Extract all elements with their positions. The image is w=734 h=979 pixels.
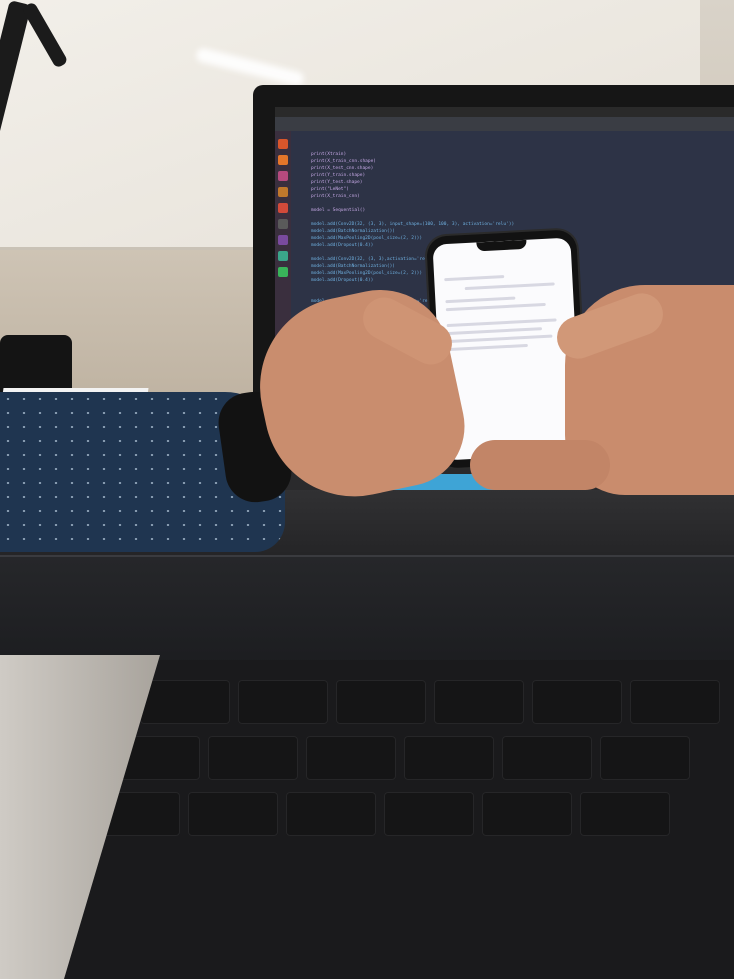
phone-text-line xyxy=(445,302,546,312)
editor-title-bar xyxy=(275,117,734,131)
photo-scene: print(Xtrain) print(X_train_cnn.shape)pri… xyxy=(0,0,734,979)
code-line: . xyxy=(311,200,731,207)
desktop-top-bar xyxy=(275,107,734,117)
code-line: print(X_train_cnn.shape) xyxy=(311,159,377,164)
code-line: print("LeNet") xyxy=(311,187,349,192)
keyboard-key xyxy=(336,680,426,724)
phone-text-line xyxy=(444,275,505,282)
keyboard-row xyxy=(110,736,690,780)
launcher-dock-icon xyxy=(278,203,288,213)
phone-nav-title xyxy=(441,254,563,260)
launcher-dock-icon xyxy=(278,187,288,197)
launcher-dock-icon xyxy=(278,219,288,229)
keyboard-key xyxy=(482,792,572,836)
phone-text-line xyxy=(446,318,557,328)
launcher-dock-icon xyxy=(278,155,288,165)
keyboard-key xyxy=(434,680,524,724)
keyboard-key xyxy=(532,680,622,724)
phone-text-line xyxy=(447,343,528,352)
phone-text-line xyxy=(447,334,553,344)
phone-notch xyxy=(476,239,527,252)
keyboard-key xyxy=(188,792,278,836)
launcher-dock-icon xyxy=(278,235,288,245)
code-line: print(X_test_cnn.shape) xyxy=(311,166,374,171)
keyboard-key xyxy=(238,680,328,724)
keyboard-key xyxy=(600,736,690,780)
phone-text-line xyxy=(445,296,516,304)
launcher-dock-icon xyxy=(278,251,288,261)
keyboard-key xyxy=(140,680,230,724)
code-line: print(Y_train.shape) xyxy=(311,173,366,178)
launcher-dock-icon xyxy=(278,171,288,181)
keyboard-key xyxy=(306,736,396,780)
keyboard-key xyxy=(208,736,298,780)
launcher-dock-icon xyxy=(278,139,288,149)
keyboard-row xyxy=(140,680,720,724)
speaker xyxy=(0,335,72,395)
code-line: model.add(Conv2D(32, (3, 3), input_shape… xyxy=(311,222,515,227)
keyboard-key xyxy=(630,680,720,724)
code-line: print(Xtrain) xyxy=(311,152,347,157)
foreground-laptop-lid xyxy=(0,555,734,667)
right-palm xyxy=(470,440,610,490)
code-line: print(X_train_cnn) xyxy=(311,194,360,199)
code-line: print(Y_test.shape) xyxy=(311,180,363,185)
keyboard-key xyxy=(384,792,474,836)
keyboard-key xyxy=(502,736,592,780)
phone-text-line xyxy=(464,282,555,291)
keyboard-row xyxy=(80,792,670,836)
phone-text-line xyxy=(447,327,543,336)
keyboard-key xyxy=(580,792,670,836)
code-line: model = Sequential() xyxy=(311,208,366,213)
code-line: . xyxy=(311,214,731,221)
keyboard-key xyxy=(404,736,494,780)
launcher-dock-icon xyxy=(278,267,288,277)
keyboard-key xyxy=(286,792,376,836)
